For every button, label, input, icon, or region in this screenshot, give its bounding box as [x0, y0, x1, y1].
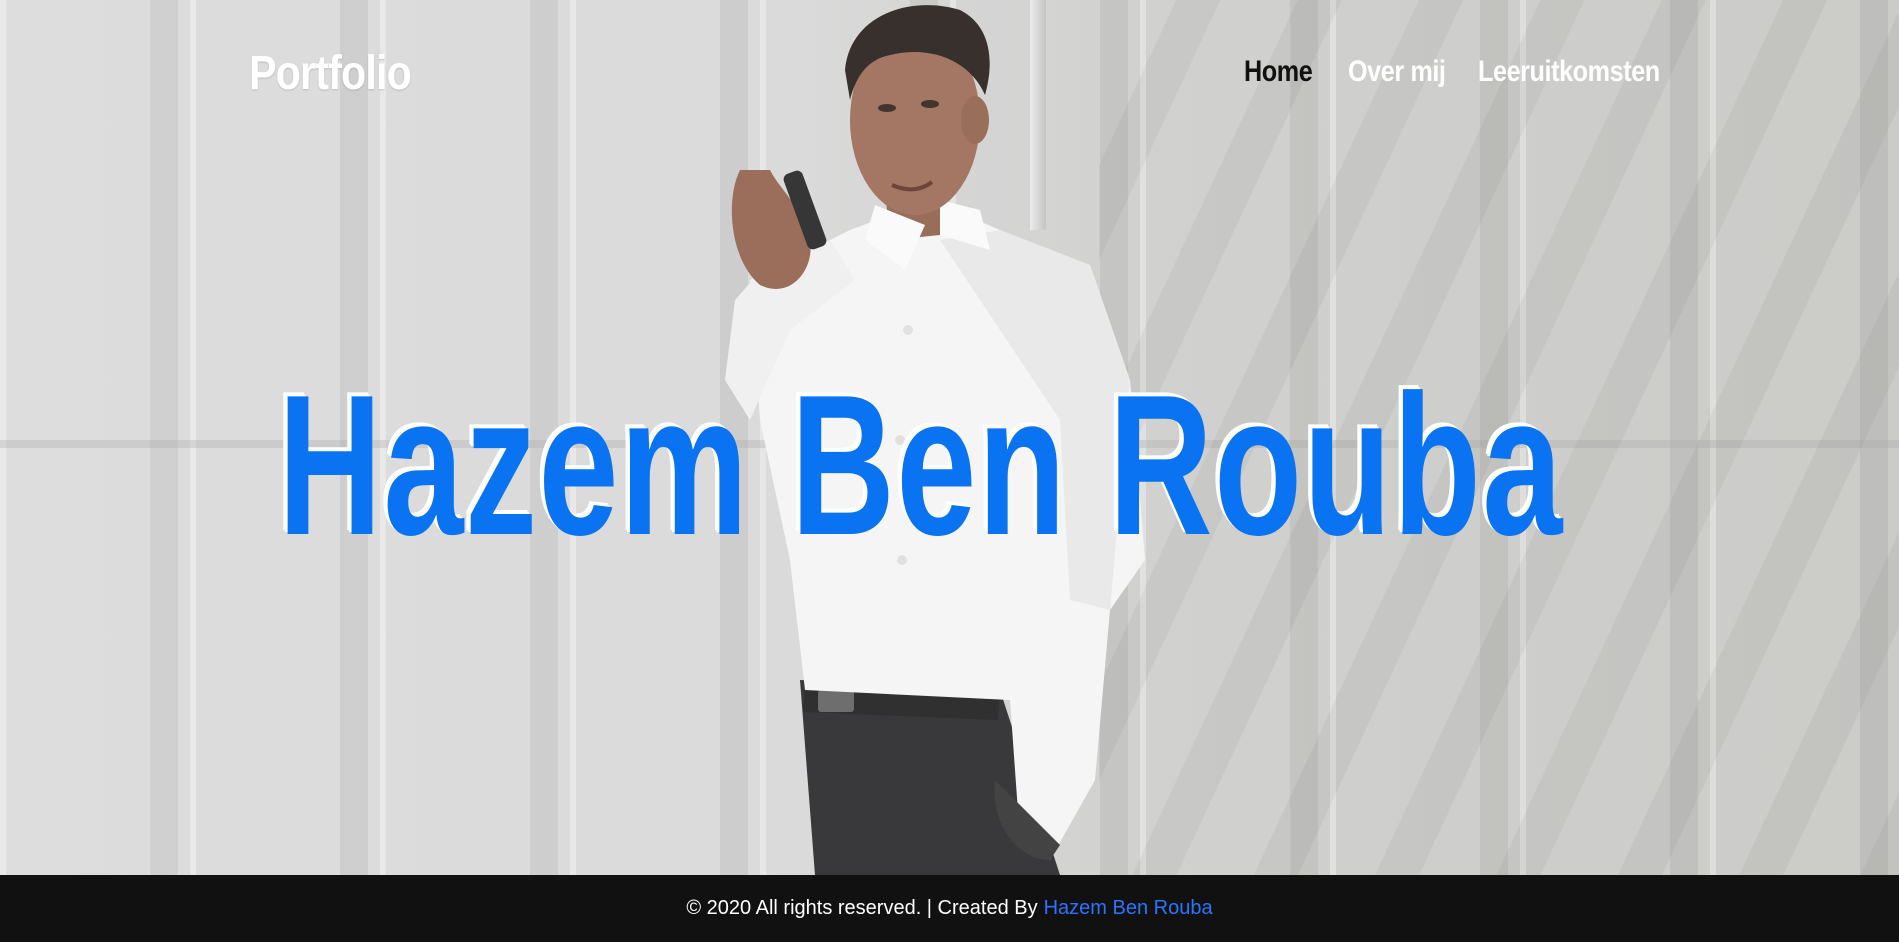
logo[interactable]: Portfolio — [249, 46, 412, 101]
footer-author-link[interactable]: Hazem Ben Rouba — [1044, 897, 1213, 920]
hero-title: Hazem Ben Rouba — [278, 354, 1564, 577]
nav-item-home[interactable]: Home — [1244, 55, 1331, 89]
nav-item-over-mij[interactable]: Over mij — [1348, 55, 1457, 89]
footer: © 2020 All rights reserved. | Created By… — [0, 875, 1899, 942]
nav-item-leeruitkomsten[interactable]: Leeruitkomsten — [1478, 55, 1660, 89]
nav-menu: Home Over mij Leeruitkomsten — [1244, 55, 1678, 89]
footer-copyright: © 2020 All rights reserved. | Created By — [686, 897, 1038, 919]
navbar: Portfolio Home Over mij Leeruitkomsten — [0, 0, 1899, 150]
